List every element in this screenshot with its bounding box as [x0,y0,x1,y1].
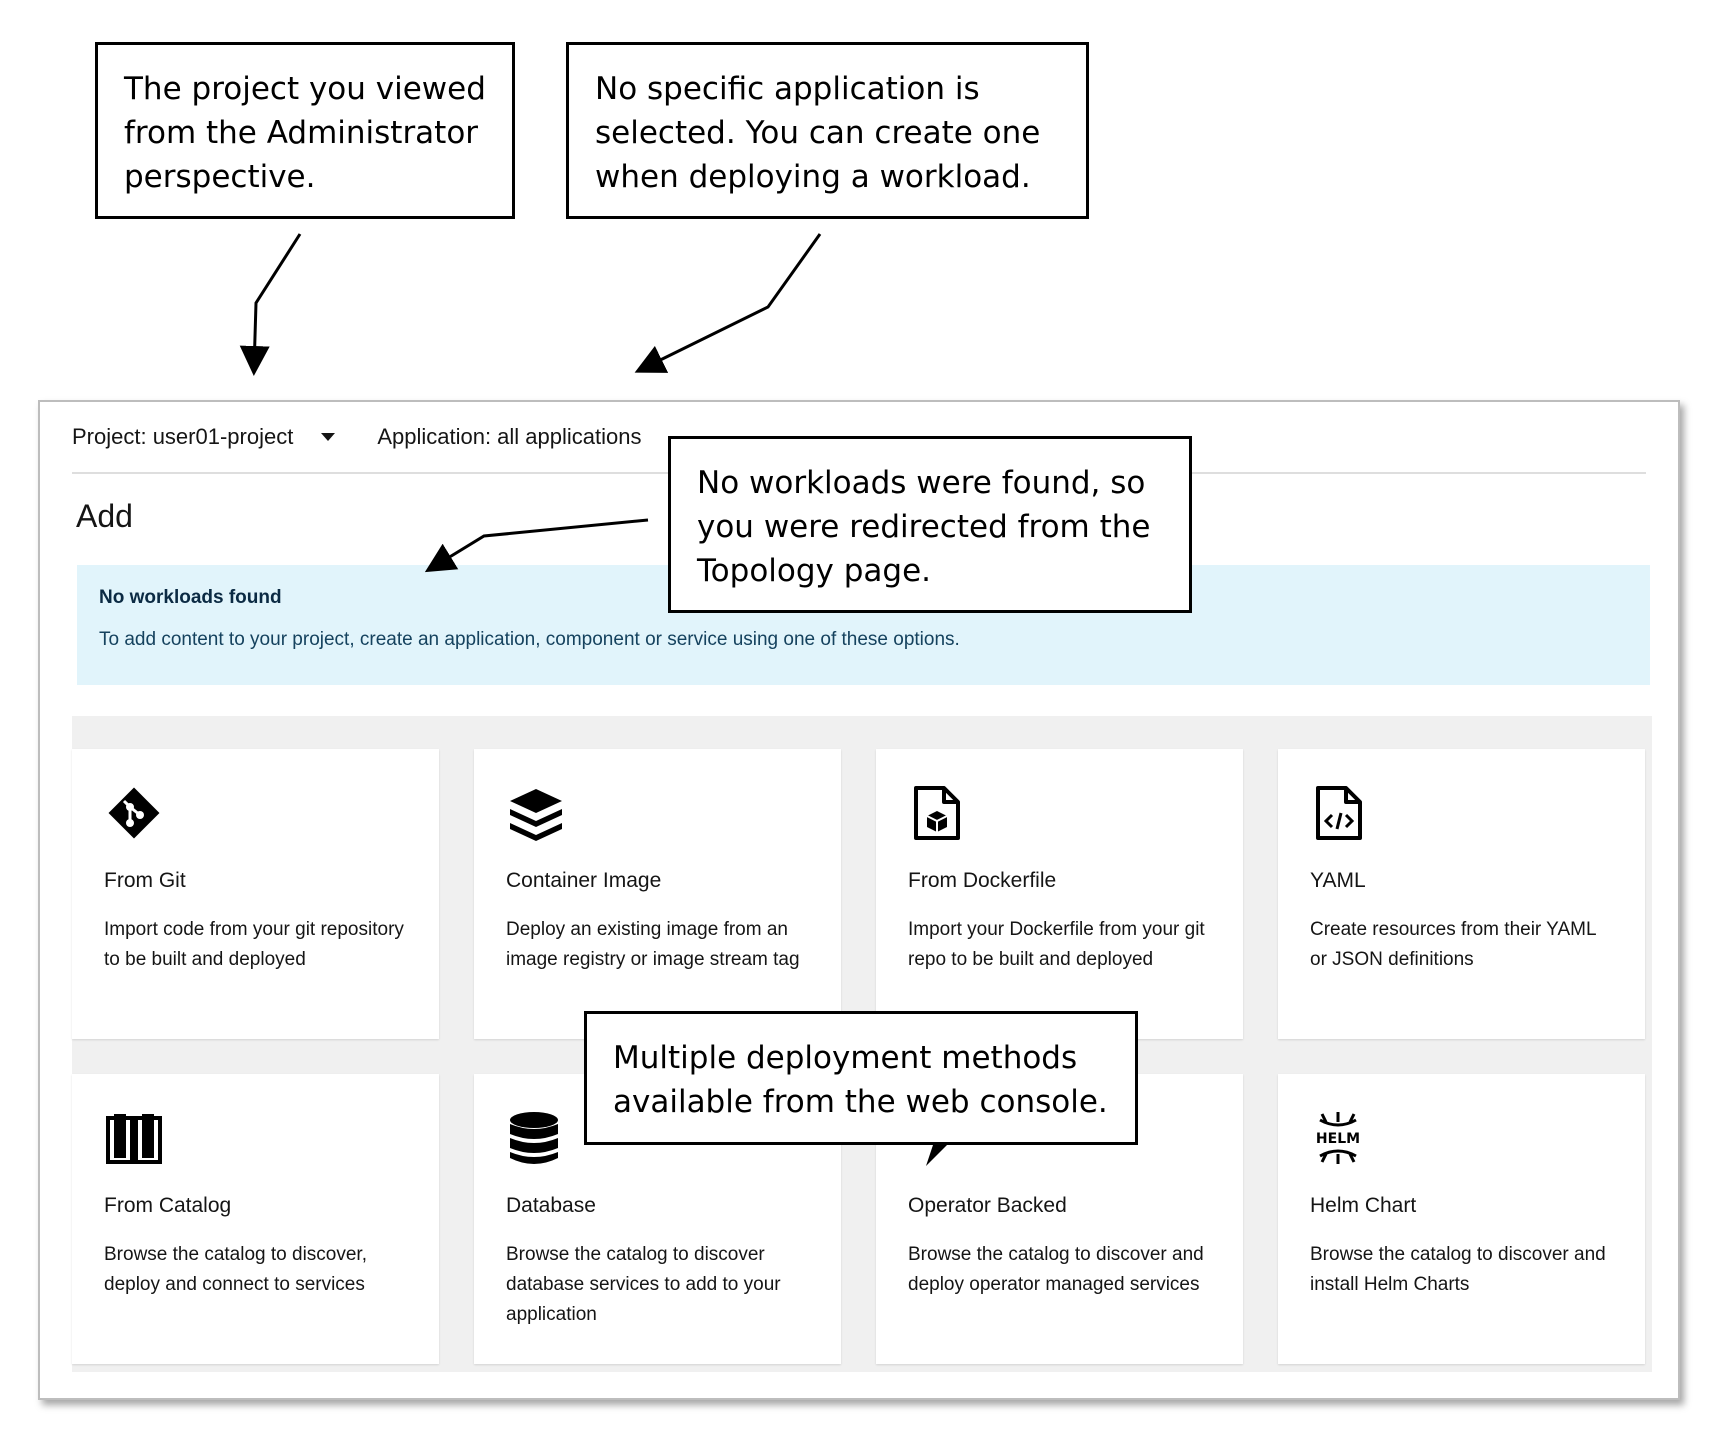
callout-application: No specific application is selected. You… [566,42,1089,219]
card-yaml[interactable]: YAML Create resources from their YAML or… [1278,749,1645,1039]
project-selector[interactable]: Project: user01-project [72,424,336,450]
card-container-image[interactable]: Container Image Deploy an existing image… [474,749,841,1039]
card-title: Operator Backed [908,1194,1067,1217]
helm-icon: HELM [1316,1112,1360,1164]
card-title: YAML [1310,869,1366,892]
alert-body: To add content to your project, create a… [99,629,960,650]
dockerfile-icon [914,786,960,840]
card-from-git[interactable]: From Git Import code from your git repos… [72,749,439,1039]
yaml-file-icon [1316,786,1362,840]
layers-icon [510,789,562,841]
callout-project: The project you viewed from the Administ… [95,42,515,219]
card-from-catalog[interactable]: From Catalog Browse the catalog to disco… [72,1074,439,1364]
card-description: Import your Dockerfile from your git rep… [908,919,1205,970]
application-selector[interactable]: Application: all applications [377,424,641,450]
card-description: Create resources from their YAML or JSON… [1310,919,1596,970]
card-description: Browse the catalog to discover database … [506,1244,781,1325]
database-icon [510,1112,558,1164]
card-from-dockerfile[interactable]: From Dockerfile Import your Dockerfile f… [876,749,1243,1039]
card-description: Browse the catalog to discover, deploy a… [104,1244,367,1295]
svg-text:HELM: HELM [1316,1131,1360,1147]
card-title: Helm Chart [1310,1194,1417,1217]
application-selector-label: Application: all applications [377,424,642,449]
page-title: Add [76,498,133,534]
project-selector-label: Project: user01-project [72,424,294,449]
card-description: Browse the catalog to discover and deplo… [908,1244,1204,1295]
arrow-project [239,233,302,376]
card-title: Database [506,1194,596,1217]
card-title: From Dockerfile [908,869,1057,892]
callout-methods: Multiple deployment methods available fr… [584,1011,1138,1145]
callout-workloads: No workloads were found, so you were red… [668,436,1192,613]
book-icon [106,1114,162,1164]
arrow-application [634,233,822,373]
card-title: Container Image [506,869,662,892]
caret-down-icon [321,433,336,441]
card-title: From Catalog [104,1194,232,1217]
card-helm-chart[interactable]: HELM Helm Chart Browse the catalog to di… [1278,1074,1645,1364]
card-description: Browse the catalog to discover and insta… [1310,1244,1606,1295]
git-icon [108,787,160,839]
card-description: Import code from your git repository to … [104,919,404,970]
card-title: From Git [104,869,186,892]
card-description: Deploy an existing image from an image r… [506,919,800,970]
